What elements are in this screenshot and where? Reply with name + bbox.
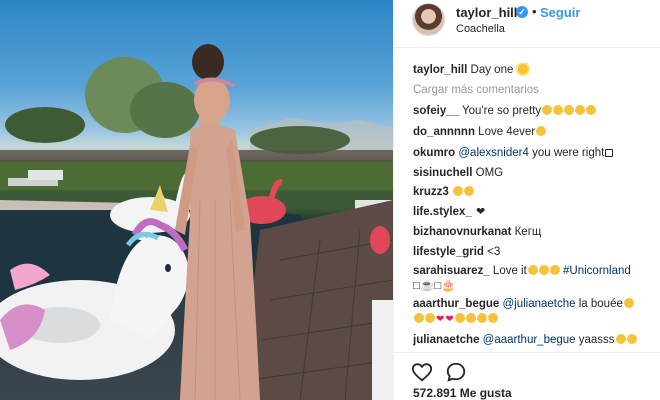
comment-mention[interactable]: @alexsnider4 — [458, 147, 529, 159]
comment-username[interactable]: sisinuchell — [413, 167, 472, 179]
comment-username[interactable]: do_annnnn — [413, 126, 475, 138]
face-emoji-icon — [425, 313, 435, 323]
red-heart-emoji-icon: ❤ — [445, 314, 454, 325]
comment-row: sofeiy__ You're so pretty — [413, 104, 658, 118]
comment-username[interactable]: sarahisuarez_ — [413, 265, 490, 277]
comment-text: Love it — [492, 265, 527, 277]
comment-username[interactable]: sofeiy__ — [413, 105, 459, 117]
face-emoji-icon — [615, 334, 626, 344]
face-emoji-icon — [542, 105, 553, 115]
comment-text: yaasss — [578, 334, 615, 346]
face-emoji-icon — [553, 105, 564, 115]
red-heart-emoji-icon: ❤ — [436, 314, 445, 325]
header-separator: • — [532, 4, 537, 19]
comment-row: lifestyle_grid <3 — [413, 245, 658, 259]
black-heart-emoji-icon: ❤ — [476, 206, 486, 218]
face-emoji-icon — [453, 186, 463, 196]
likes-count: 572.891 Me gusta — [413, 386, 512, 400]
face-emoji-icon — [586, 105, 597, 115]
avatar[interactable] — [412, 3, 445, 36]
post-header: taylor_hill ✓ • Seguir Coachella — [394, 0, 660, 48]
comment-username[interactable]: life.stylex_ — [413, 206, 472, 218]
comment-row: life.stylex_ ❤ — [413, 205, 658, 219]
comment-username[interactable]: okumro — [413, 147, 455, 159]
post-photo[interactable] — [0, 0, 393, 400]
comment-text: la bouée — [578, 298, 623, 310]
face-emoji-icon — [465, 313, 476, 323]
verified-badge-icon: ✓ — [516, 6, 528, 18]
comment-text: You're so pretty — [462, 105, 542, 117]
comment-row: kruzz3 — [413, 185, 658, 199]
comment-continuation: □☕□🎂 — [413, 279, 658, 293]
comment-text: OMG — [475, 167, 504, 179]
comment-row: julianaetche @aaarthur_begue yaasss — [413, 333, 658, 347]
comment-username[interactable]: julianaetche — [413, 334, 479, 346]
comment-text: <3 — [487, 246, 501, 258]
location-link[interactable]: Coachella — [456, 23, 505, 35]
post-side-panel: taylor_hill ✓ • Seguir Coachella taylor_… — [393, 0, 660, 400]
face-emoji-icon — [626, 334, 637, 344]
face-emoji-icon — [538, 265, 549, 275]
comment-username[interactable]: lifestyle_grid — [413, 246, 484, 258]
post-footer: 572.891 Me gusta — [394, 352, 660, 400]
comment-username[interactable]: aaarthur_begue — [413, 298, 499, 310]
photo-illustration — [0, 44, 393, 400]
comment-text: Love 4ever — [478, 126, 536, 138]
comment-bubble-icon[interactable] — [445, 361, 467, 383]
comment-row: bizhanovnurkanat Кегщ — [413, 225, 658, 239]
comment-continuation-text: □☕□🎂 — [413, 280, 456, 292]
face-emoji-icon — [527, 265, 538, 275]
unknown-glyph-icon — [605, 149, 614, 157]
face-emoji-icon — [564, 105, 575, 115]
header-username[interactable]: taylor_hill — [456, 5, 517, 20]
comment-username[interactable]: kruzz3 — [413, 186, 449, 198]
comment-text: Кегщ — [514, 226, 542, 238]
sun-emoji-icon — [517, 64, 528, 74]
comment-row: do_annnnn Love 4ever — [413, 125, 658, 139]
comment-row: aaarthur_begue @julianaetche la bouée — [413, 297, 658, 311]
heart-outline-icon[interactable] — [411, 361, 433, 383]
load-more-comments-link[interactable]: Cargar más comentarios — [413, 84, 539, 96]
follow-button[interactable]: Seguir — [540, 5, 580, 20]
comment-row: sisinuchell OMG — [413, 166, 658, 180]
face-emoji-icon — [575, 105, 586, 115]
face-emoji-icon — [454, 313, 465, 323]
comment-username[interactable]: bizhanovnurkanat — [413, 226, 511, 238]
comment-continuation: ❤❤ — [413, 312, 658, 327]
comment-hashtag[interactable]: #Unicornland — [563, 265, 631, 277]
caption-username[interactable]: taylor_hill — [413, 64, 467, 76]
face-emoji-icon — [623, 298, 634, 308]
face-emoji-icon — [476, 313, 487, 323]
face-emoji-icon — [549, 265, 560, 275]
comment-row: sarahisuarez_ Love it #Unicornland — [413, 264, 658, 278]
face-emoji-icon — [464, 186, 474, 196]
comment-row: okumro @alexsnider4 you were right — [413, 146, 658, 160]
face-emoji-icon — [487, 313, 498, 323]
comment-mention[interactable]: @julianaetche — [502, 298, 575, 310]
face-emoji-icon — [414, 313, 424, 323]
caption-text: Day one — [470, 64, 514, 76]
comment-mention[interactable]: @aaarthur_begue — [483, 334, 576, 346]
caption: taylor_hill Day one — [413, 63, 658, 77]
comment-text: you were right — [532, 147, 605, 159]
face-emoji-icon — [536, 126, 547, 136]
